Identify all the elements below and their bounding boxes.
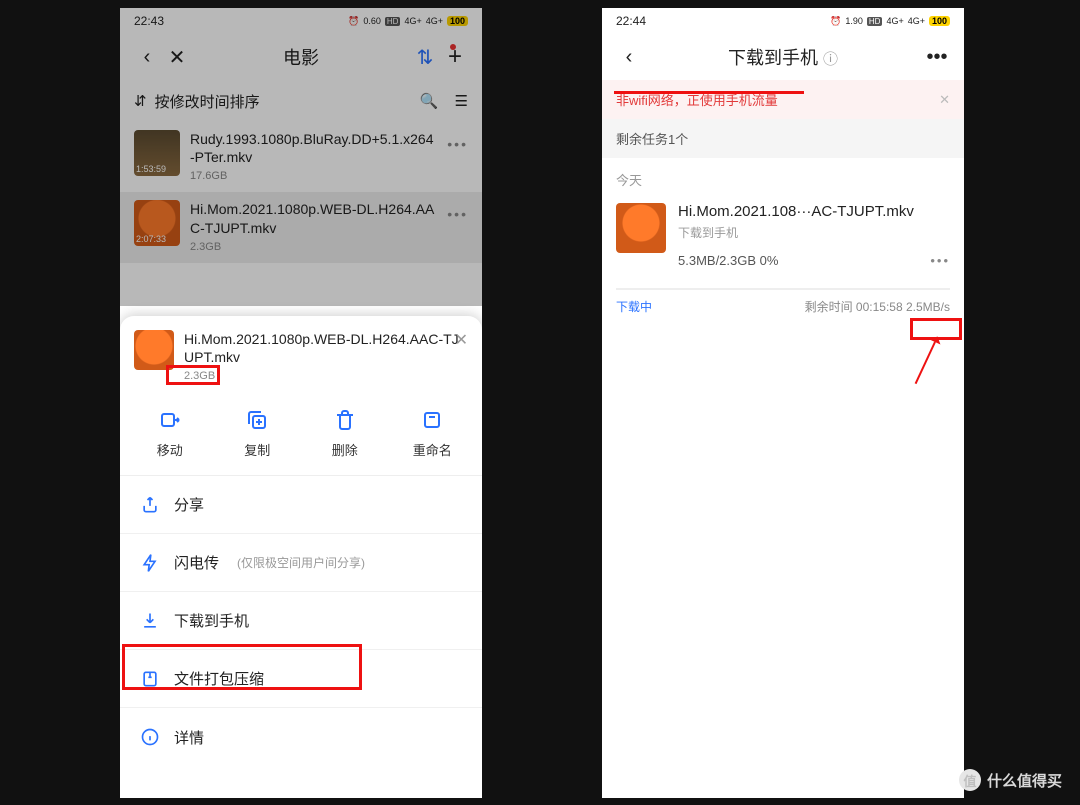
share-label: 分享 — [174, 494, 204, 515]
lightning-icon — [140, 553, 160, 573]
info-icon — [140, 727, 160, 747]
more-icon[interactable]: ••• — [447, 200, 468, 222]
status-indicators: ⏰ 1.90 HD 4G+ 4G+ 100 — [830, 16, 950, 27]
download-icon — [140, 611, 160, 631]
sheet-header: Hi.Mom.2021.1080p.WEB-DL.H264.AAC-TJUPT.… — [120, 316, 482, 390]
flash-button[interactable]: 闪电传 (仅限极空间用户间分享) — [120, 534, 482, 592]
net-rate: 1.90 — [845, 16, 863, 26]
page-title: 电影 — [120, 44, 482, 70]
help-icon[interactable]: ⓘ — [823, 51, 838, 68]
delete-button[interactable]: 删除 — [310, 408, 380, 459]
signal-1: 4G+ — [886, 16, 903, 26]
hd-badge: HD — [385, 17, 401, 26]
action-sheet: Hi.Mom.2021.1080p.WEB-DL.H264.AAC-TJUPT.… — [120, 316, 482, 798]
search-icon[interactable]: 🔍 — [420, 92, 439, 110]
hd-badge: HD — [867, 17, 883, 26]
battery-badge: 100 — [929, 16, 950, 26]
move-button[interactable]: 移动 — [135, 408, 205, 459]
zip-label: 文件打包压缩 — [174, 668, 264, 689]
banner-text: 非wifi网络，正使用手机流量 — [616, 90, 778, 109]
signal-1: 4G+ — [404, 16, 421, 26]
sort-icon[interactable]: ⇵ — [134, 92, 147, 110]
signal-2: 4G+ — [426, 16, 443, 26]
file-name: Rudy.1993.1080p.BluRay.DD+5.1.x264-PTer.… — [190, 130, 437, 166]
annotation-arrow — [915, 342, 936, 385]
file-duration: 1:53:59 — [136, 164, 166, 174]
day-label: 今天 — [602, 158, 964, 193]
archive-icon — [140, 669, 160, 689]
download-label: 下载到手机 — [174, 610, 249, 631]
zip-button[interactable]: 文件打包压缩 — [120, 650, 482, 708]
nav-bar: ‹ ✕ 电影 ⇅ + — [120, 34, 482, 80]
remaining-label: 剩余任务1个 — [602, 119, 964, 158]
rename-label: 重命名 — [413, 440, 452, 459]
notification-dot — [450, 44, 456, 50]
phone-left: 22:43 ⏰ 0.60 HD 4G+ 4G+ 100 ‹ ✕ 电影 ⇅ + ⇵… — [120, 8, 482, 798]
status-time: 22:44 — [616, 14, 646, 28]
status-bar: 22:44 ⏰ 1.90 HD 4G+ 4G+ 100 — [602, 8, 964, 34]
action-grid: 移动 复制 删除 重命名 — [120, 390, 482, 476]
file-size: 17.6GB — [190, 170, 227, 182]
file-duration: 2:07:33 — [136, 234, 166, 244]
move-label: 移动 — [157, 440, 183, 459]
watermark: 值 什么值得买 — [959, 769, 1062, 791]
download-button[interactable]: 下载到手机 — [120, 592, 482, 650]
copy-icon — [245, 408, 269, 432]
more-icon[interactable]: ••• — [447, 130, 468, 152]
task-progress: 5.3MB/2.3GB 0% — [678, 253, 778, 268]
page-title: 下载到手机 ⓘ — [602, 44, 964, 70]
rename-button[interactable]: 重命名 — [397, 408, 467, 459]
sheet-close-icon[interactable]: ✕ — [455, 330, 468, 350]
rename-icon — [420, 408, 444, 432]
alarm-icon: ⏰ — [348, 16, 359, 27]
detail-button[interactable]: 详情 — [120, 708, 482, 766]
task-more-icon[interactable]: ••• — [930, 253, 950, 268]
sheet-thumbnail — [134, 330, 174, 370]
signal-2: 4G+ — [908, 16, 925, 26]
trash-icon — [333, 408, 357, 432]
nav-bar: ‹ 下载到手机 ⓘ ••• — [602, 34, 964, 80]
file-row[interactable]: 2:07:33 Hi.Mom.2021.1080p.WEB-DL.H264.AA… — [120, 192, 482, 262]
status-time: 22:43 — [134, 14, 164, 28]
copy-label: 复制 — [244, 440, 270, 459]
watermark-text: 什么值得买 — [987, 770, 1062, 791]
network-banner: 非wifi网络，正使用手机流量 ✕ — [602, 80, 964, 119]
flash-label: 闪电传 — [174, 552, 219, 573]
delete-label: 删除 — [332, 440, 358, 459]
copy-button[interactable]: 复制 — [222, 408, 292, 459]
status-bar: 22:43 ⏰ 0.60 HD 4G+ 4G+ 100 — [120, 8, 482, 34]
share-icon — [140, 495, 160, 515]
task-sub-label: 下载到手机 — [678, 224, 950, 241]
task-footer: 下载中 剩余时间 00:15:58 2.5MB/s — [602, 298, 964, 315]
task-state: 下载中 — [616, 298, 652, 315]
watermark-icon: 值 — [959, 769, 981, 791]
flash-sub-label: (仅限极空间用户间分享) — [237, 554, 365, 571]
task-thumbnail — [616, 203, 666, 253]
net-rate: 0.60 — [363, 16, 381, 26]
download-task[interactable]: Hi.Mom.2021.108···AC-TJUPT.mkv 下载到手机 5.3… — [602, 193, 964, 278]
phone-right: 22:44 ⏰ 1.90 HD 4G+ 4G+ 100 ‹ 下载到手机 ⓘ ••… — [602, 8, 964, 798]
banner-close-icon[interactable]: ✕ — [939, 92, 950, 108]
sort-label[interactable]: 按修改时间排序 — [155, 91, 260, 112]
task-file-name: Hi.Mom.2021.108···AC-TJUPT.mkv — [678, 203, 950, 220]
file-thumbnail: 2:07:33 — [134, 200, 180, 246]
detail-label: 详情 — [174, 727, 204, 748]
file-thumbnail: 1:53:59 — [134, 130, 180, 176]
alarm-icon: ⏰ — [830, 16, 841, 27]
status-indicators: ⏰ 0.60 HD 4G+ 4G+ 100 — [348, 16, 468, 27]
view-toggle-icon[interactable]: ☰ — [455, 92, 468, 110]
file-name: Hi.Mom.2021.1080p.WEB-DL.H264.AAC-TJUPT.… — [190, 200, 437, 236]
file-size: 2.3GB — [190, 241, 221, 253]
move-icon — [158, 408, 182, 432]
battery-badge: 100 — [447, 16, 468, 26]
sort-row: ⇵ 按修改时间排序 🔍 ☰ — [120, 80, 482, 122]
sheet-file-size: 2.3GB — [184, 370, 215, 382]
task-eta: 剩余时间 00:15:58 2.5MB/s — [805, 298, 950, 315]
sheet-file-name: Hi.Mom.2021.1080p.WEB-DL.H264.AAC-TJUPT.… — [184, 330, 468, 366]
progress-bar — [616, 288, 950, 290]
file-row[interactable]: 1:53:59 Rudy.1993.1080p.BluRay.DD+5.1.x2… — [120, 122, 482, 192]
share-button[interactable]: 分享 — [120, 476, 482, 534]
